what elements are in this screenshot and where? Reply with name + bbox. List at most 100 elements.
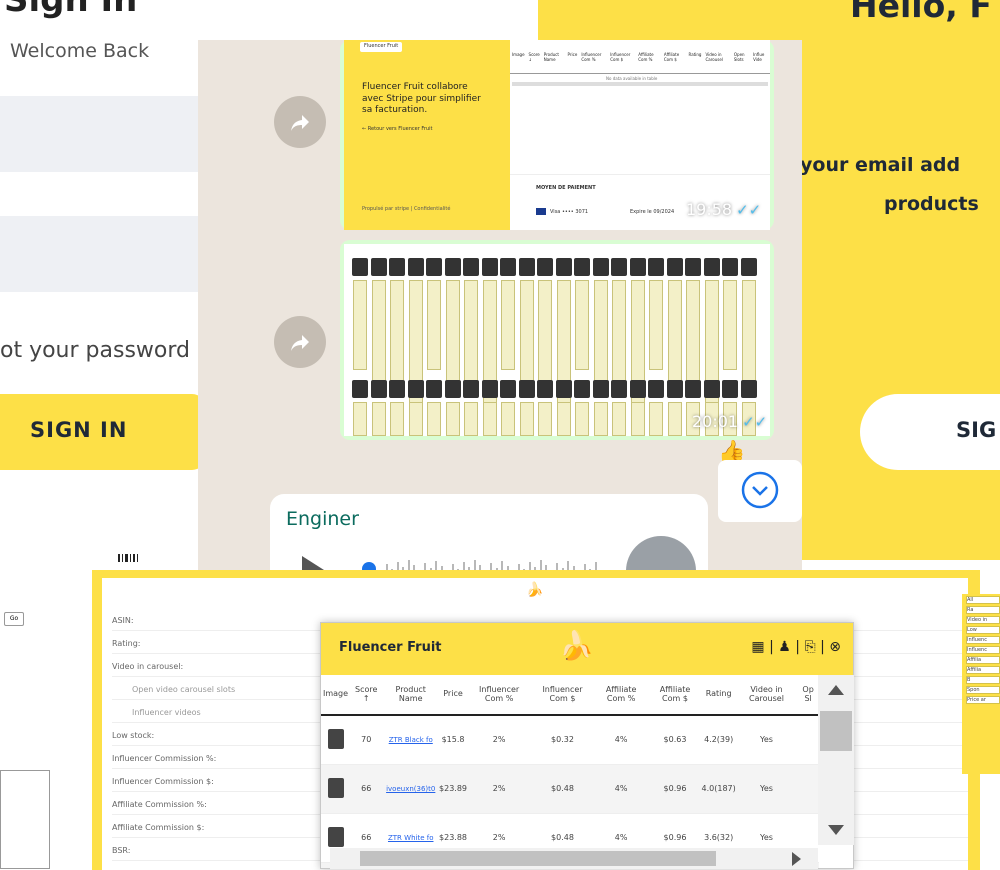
product-name-link[interactable]: ivoeuxn(36)t0 xyxy=(382,764,440,814)
product-name-link[interactable]: ZTR Black fo xyxy=(382,715,440,765)
product-column xyxy=(741,280,756,384)
waveform-bar xyxy=(462,562,465,570)
product-thumbnail xyxy=(629,380,646,398)
play-icon[interactable] xyxy=(302,556,324,570)
table-header-cell: Influe Vide xyxy=(753,52,765,62)
read-ticks-icon: ✓✓ xyxy=(736,201,762,219)
forward-icon[interactable] xyxy=(274,316,326,368)
user-icon[interactable]: ♟ xyxy=(778,639,791,655)
vertical-scrollbar[interactable] xyxy=(818,675,854,845)
logout-icon[interactable]: ⎘ xyxy=(804,639,815,655)
attribute-label: Video in carousel: xyxy=(112,662,184,671)
attribute-label: Influencer videos xyxy=(132,708,201,717)
column-header[interactable]: Product Name xyxy=(382,675,440,716)
scrollbar[interactable] xyxy=(512,82,768,86)
table-row[interactable]: 70 ZTR Black fo $15.8 2% $0.32 4% $0.63 4.2(39)… xyxy=(321,715,819,765)
product-thumbnail xyxy=(518,380,535,398)
scroll-down-button[interactable] xyxy=(718,460,802,522)
signin-button[interactable]: SIGN IN xyxy=(0,394,206,470)
column-header[interactable]: Influencer Com $ xyxy=(531,675,594,716)
cell-video: Yes xyxy=(735,715,798,765)
product-thumbnail xyxy=(611,258,627,276)
product-thumbnail xyxy=(463,380,479,398)
product-image xyxy=(321,764,351,814)
product-column xyxy=(390,402,404,436)
product-column xyxy=(667,402,682,436)
product-column xyxy=(575,280,589,370)
waveform-bar xyxy=(473,560,476,570)
column-header[interactable]: Video in Carousel xyxy=(735,675,798,716)
close-icon[interactable]: ⊗ xyxy=(829,639,841,655)
waveform-bar xyxy=(424,563,426,570)
go-button[interactable]: Go xyxy=(4,612,24,626)
product-column xyxy=(371,402,386,436)
column-header[interactable]: Price xyxy=(439,675,468,716)
product-thumbnail xyxy=(703,380,720,398)
product-column xyxy=(649,280,663,370)
table-header-cell: Rating xyxy=(688,52,702,57)
waveform-bar xyxy=(490,563,492,570)
cell-rating: 4.2(39) xyxy=(701,715,736,765)
text-area[interactable] xyxy=(0,770,50,869)
hello-greeting: Hello, F xyxy=(850,0,992,25)
product-column xyxy=(371,280,386,384)
table-header-cell: Open Slots xyxy=(733,52,745,62)
stripe-footer: Propulsé par stripe | Confidentialité xyxy=(362,206,451,212)
cell-slots xyxy=(797,715,819,765)
filter-item[interactable]: Spon xyxy=(966,686,1000,694)
filter-item[interactable]: Low xyxy=(966,626,1000,634)
cell-aff_usd: $0.96 xyxy=(648,764,702,814)
product-column xyxy=(482,402,497,436)
product-column xyxy=(649,402,663,436)
product-thumbnail xyxy=(592,258,609,276)
filter-item[interactable]: Affilia xyxy=(966,656,1000,664)
horizontal-scrollbar[interactable] xyxy=(330,848,818,869)
product-thumbnail xyxy=(592,380,609,398)
waveform-bar xyxy=(396,562,399,570)
header-icons: ▦ | ♟ | ⎘ | ⊗ xyxy=(751,639,841,655)
column-header[interactable]: Score ↑ xyxy=(350,675,383,716)
attribute-label: Affiliate Commission %: xyxy=(112,800,207,809)
forgot-password-link[interactable]: ot your password xyxy=(0,338,190,363)
product-column xyxy=(464,402,478,436)
column-header[interactable]: Rating xyxy=(701,675,736,716)
product-column xyxy=(630,402,645,436)
product-column xyxy=(612,402,626,436)
filter-item[interactable]: All xyxy=(966,596,1000,604)
back-link[interactable]: ← Retour vers Fluencer Fruit xyxy=(362,126,432,132)
product-thumbnail xyxy=(722,380,738,398)
message-time: 19:58 ✓✓ xyxy=(686,200,762,219)
product-thumbnail xyxy=(685,258,701,276)
attribute-filter-list: All Ra Video in Low Influenc Influenc Affilia A… xyxy=(962,594,1000,774)
product-column xyxy=(353,280,367,370)
filter-item[interactable]: Ra xyxy=(966,606,1000,614)
column-header[interactable]: Influencer Com % xyxy=(467,675,532,716)
filter-item[interactable]: Price ar xyxy=(966,696,1000,704)
column-header[interactable]: Op Sl xyxy=(797,675,819,716)
forward-icon[interactable] xyxy=(274,96,326,148)
column-header[interactable]: Affiliate Com % xyxy=(593,675,649,716)
product-thumbnail xyxy=(370,380,387,398)
filter-item[interactable]: Influenc xyxy=(966,636,1000,644)
voice-progress-handle[interactable] xyxy=(362,562,376,570)
filter-item[interactable]: B xyxy=(966,676,1000,684)
product-thumbnail xyxy=(389,380,405,398)
message-bubble: Fluencer Fruit Fluencer Fruit collabore … xyxy=(340,40,774,230)
filter-item[interactable]: Affilia xyxy=(966,666,1000,674)
filter-item[interactable]: Video in xyxy=(966,616,1000,624)
calculator-icon[interactable]: ▦ xyxy=(751,639,764,655)
table-header-cell: Image xyxy=(512,52,525,57)
signup-button[interactable]: SIG xyxy=(860,394,1000,470)
cell-aff_pct: 4% xyxy=(593,715,649,765)
table-row[interactable]: 66 ivoeuxn(36)t0 $23.89 2% $0.48 4% $0.96 4.0(1… xyxy=(321,764,819,814)
cell-rating: 4.0(187) xyxy=(701,764,736,814)
product-thumbnail xyxy=(407,380,424,398)
product-thumbnail xyxy=(611,380,627,398)
cell-inf_usd: $0.48 xyxy=(531,764,594,814)
cell-inf_pct: 2% xyxy=(467,715,532,765)
filter-item[interactable]: Influenc xyxy=(966,646,1000,654)
column-header[interactable]: Affiliate Com $ xyxy=(648,675,702,716)
column-header[interactable]: Image xyxy=(321,675,351,716)
product-column xyxy=(723,280,737,370)
attribute-label: BSR: xyxy=(112,846,131,855)
